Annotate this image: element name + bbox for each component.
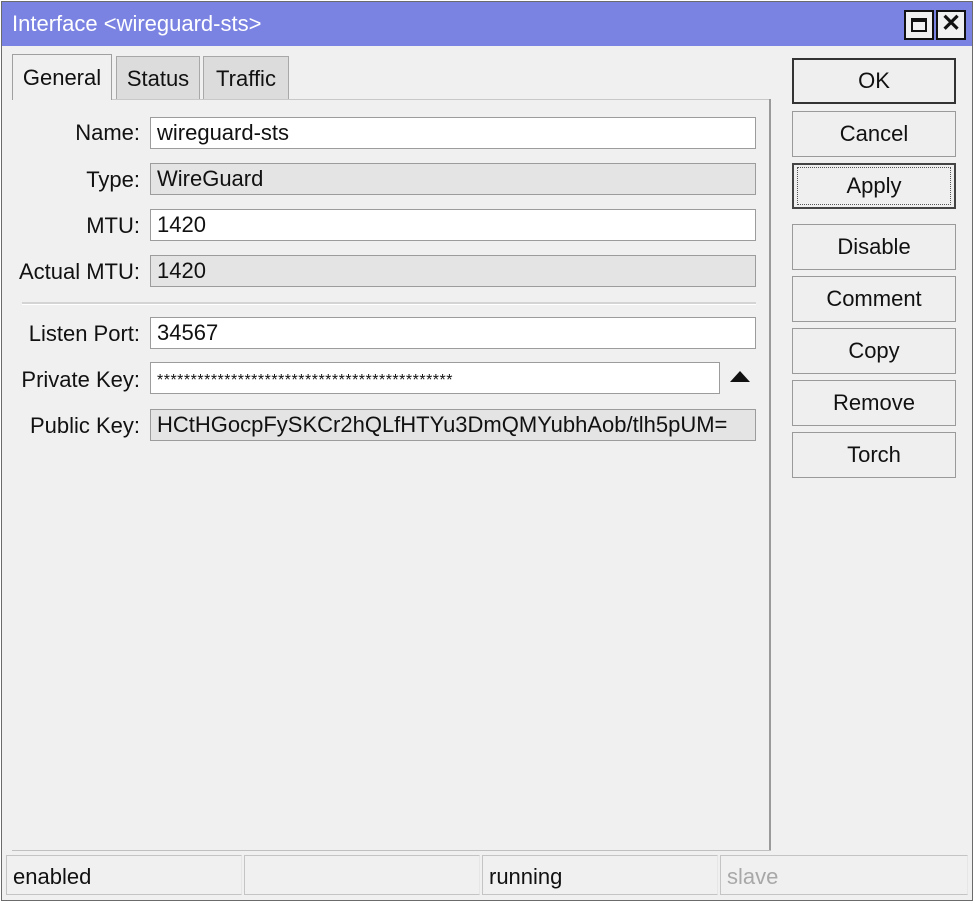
- collapse-arrow-icon[interactable]: [730, 371, 750, 382]
- type-field: WireGuard: [150, 163, 756, 195]
- public-key-label: Public Key:: [29, 413, 140, 438]
- status-bar: enabled running slave: [4, 853, 970, 897]
- title-bar[interactable]: Interface <wireguard-sts> ✕: [2, 2, 972, 46]
- torch-button[interactable]: Torch: [792, 432, 956, 478]
- ok-button[interactable]: OK: [792, 58, 956, 104]
- actual-mtu-field: 1420: [150, 255, 756, 287]
- tab-status[interactable]: Status: [116, 56, 200, 100]
- tab-traffic[interactable]: Traffic: [203, 56, 289, 100]
- comment-button[interactable]: Comment: [792, 276, 956, 322]
- maximize-button[interactable]: [904, 10, 934, 40]
- actual-mtu-label: Actual MTU:: [18, 259, 140, 284]
- remove-button[interactable]: Remove: [792, 380, 956, 426]
- disable-button[interactable]: Disable: [792, 224, 956, 270]
- private-key-label: Private Key:: [21, 367, 140, 392]
- window-title: Interface <wireguard-sts>: [12, 11, 262, 36]
- mtu-input[interactable]: 1420: [150, 209, 756, 241]
- private-key-input[interactable]: ****************************************…: [150, 362, 720, 394]
- apply-button[interactable]: Apply: [792, 163, 956, 209]
- panel-border: [769, 99, 771, 851]
- close-button[interactable]: ✕: [936, 10, 966, 40]
- apply-button-label: Apply: [797, 167, 951, 205]
- copy-button[interactable]: Copy: [792, 328, 956, 374]
- listen-port-label: Listen Port:: [28, 321, 140, 346]
- section-divider: [22, 302, 756, 305]
- cancel-button[interactable]: Cancel: [792, 111, 956, 157]
- mtu-label: MTU:: [86, 213, 140, 238]
- maximize-icon: [911, 18, 927, 32]
- status-slave: slave: [720, 855, 968, 895]
- panel-border: [12, 850, 771, 851]
- status-running: running: [482, 855, 718, 895]
- type-label: Type:: [86, 167, 140, 192]
- private-key-masked-value: ****************************************…: [157, 372, 453, 389]
- name-label: Name:: [75, 120, 140, 145]
- tab-general[interactable]: General: [12, 54, 112, 100]
- close-icon: ✕: [940, 10, 962, 37]
- public-key-field[interactable]: HCtHGocpFySKCr2hQLfHTYu3DmQMYubhAob/tlh5…: [150, 409, 756, 441]
- name-input[interactable]: wireguard-sts: [150, 117, 756, 149]
- listen-port-input[interactable]: 34567: [150, 317, 756, 349]
- status-enabled: enabled: [6, 855, 242, 895]
- status-cell-empty: [244, 855, 480, 895]
